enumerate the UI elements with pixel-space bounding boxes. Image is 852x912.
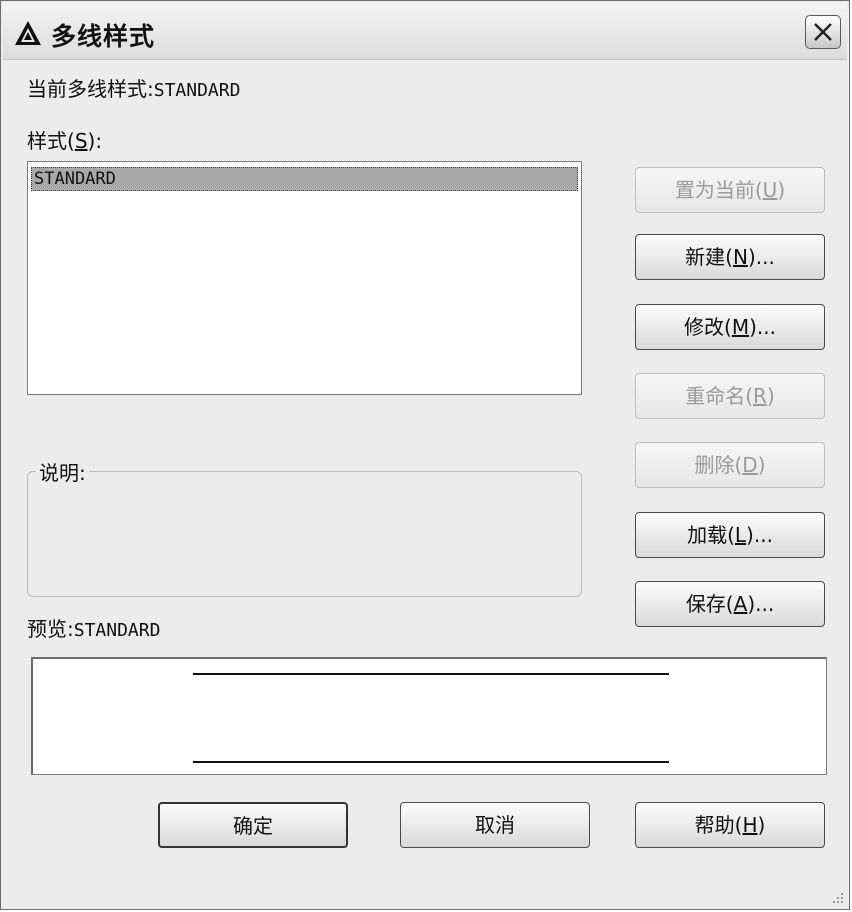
styles-label-suffix: ):: [87, 129, 103, 153]
load-label: 加载(: [687, 523, 735, 547]
modify-label: 修改(: [684, 315, 732, 339]
preview-style-name: STANDARD: [73, 620, 161, 641]
delete-hotkey: D: [742, 453, 758, 477]
styles-hotkey: S: [74, 129, 88, 153]
set-current-label: 置为当前(: [674, 178, 763, 202]
cancel-label: 取消: [475, 813, 515, 837]
load-suffix: )...: [746, 523, 773, 547]
save-label: 保存(: [685, 592, 734, 616]
set-current-button[interactable]: 置为当前(U): [635, 167, 825, 213]
styles-label-prefix: 样式(: [27, 129, 75, 153]
cancel-button[interactable]: 取消: [400, 802, 590, 848]
delete-button[interactable]: 删除(D): [635, 442, 825, 488]
load-hotkey: L: [734, 523, 747, 547]
current-style-value: STANDARD: [153, 80, 241, 101]
new-hotkey: N: [732, 245, 748, 269]
help-label: 帮助(: [694, 813, 743, 837]
rename-label: 重命名(: [685, 384, 754, 408]
delete-suffix: ): [757, 453, 766, 477]
list-item-label: STANDARD: [34, 169, 116, 189]
autocad-logo-icon: [13, 19, 43, 47]
save-button[interactable]: 保存(A)...: [635, 581, 825, 627]
help-hotkey: H: [742, 813, 758, 837]
load-button[interactable]: 加载(L)...: [635, 512, 825, 558]
new-button[interactable]: 新建(N)...: [635, 234, 825, 280]
preview-label: 预览:STANDARD: [27, 613, 160, 642]
current-style-caption: 当前多线样式:: [27, 77, 154, 101]
close-button[interactable]: [805, 15, 841, 49]
modify-hotkey: M: [731, 315, 750, 339]
set-current-hotkey: U: [762, 178, 778, 202]
rename-button[interactable]: 重命名(R): [635, 373, 825, 419]
window-title: 多线样式: [51, 22, 156, 51]
preview-pane: [31, 657, 827, 775]
preview-line-top: [193, 673, 669, 675]
help-button[interactable]: 帮助(H): [635, 802, 825, 848]
description-group: 说明:: [27, 457, 582, 597]
save-hotkey: A: [733, 592, 748, 616]
description-label: 说明:: [36, 457, 89, 486]
set-current-suffix: ): [777, 178, 786, 202]
modify-button[interactable]: 修改(M)...: [635, 304, 825, 350]
preview-caption: 预览:: [27, 617, 74, 641]
ok-button[interactable]: 确定: [158, 802, 348, 848]
ok-label: 确定: [233, 814, 273, 838]
current-style-label: 当前多线样式:STANDARD: [27, 73, 240, 102]
rename-suffix: ): [766, 384, 775, 408]
list-item[interactable]: STANDARD: [31, 167, 578, 191]
save-suffix: )...: [747, 592, 775, 616]
styles-listbox[interactable]: STANDARD: [27, 161, 582, 395]
help-suffix: ): [757, 813, 766, 837]
delete-label: 删除(: [694, 453, 743, 477]
styles-label: 样式(S):: [27, 125, 102, 154]
new-suffix: )...: [747, 245, 775, 269]
modify-suffix: )...: [749, 315, 776, 339]
title-bar[interactable]: 多线样式: [3, 3, 847, 60]
multiline-style-dialog: 多线样式 当前多线样式:STANDARD 样式(S): STANDARD 说明:…: [0, 0, 850, 910]
new-label: 新建(: [685, 245, 733, 269]
preview-line-bottom: [193, 761, 669, 763]
rename-hotkey: R: [753, 384, 767, 408]
resize-grip-icon[interactable]: [829, 889, 845, 905]
